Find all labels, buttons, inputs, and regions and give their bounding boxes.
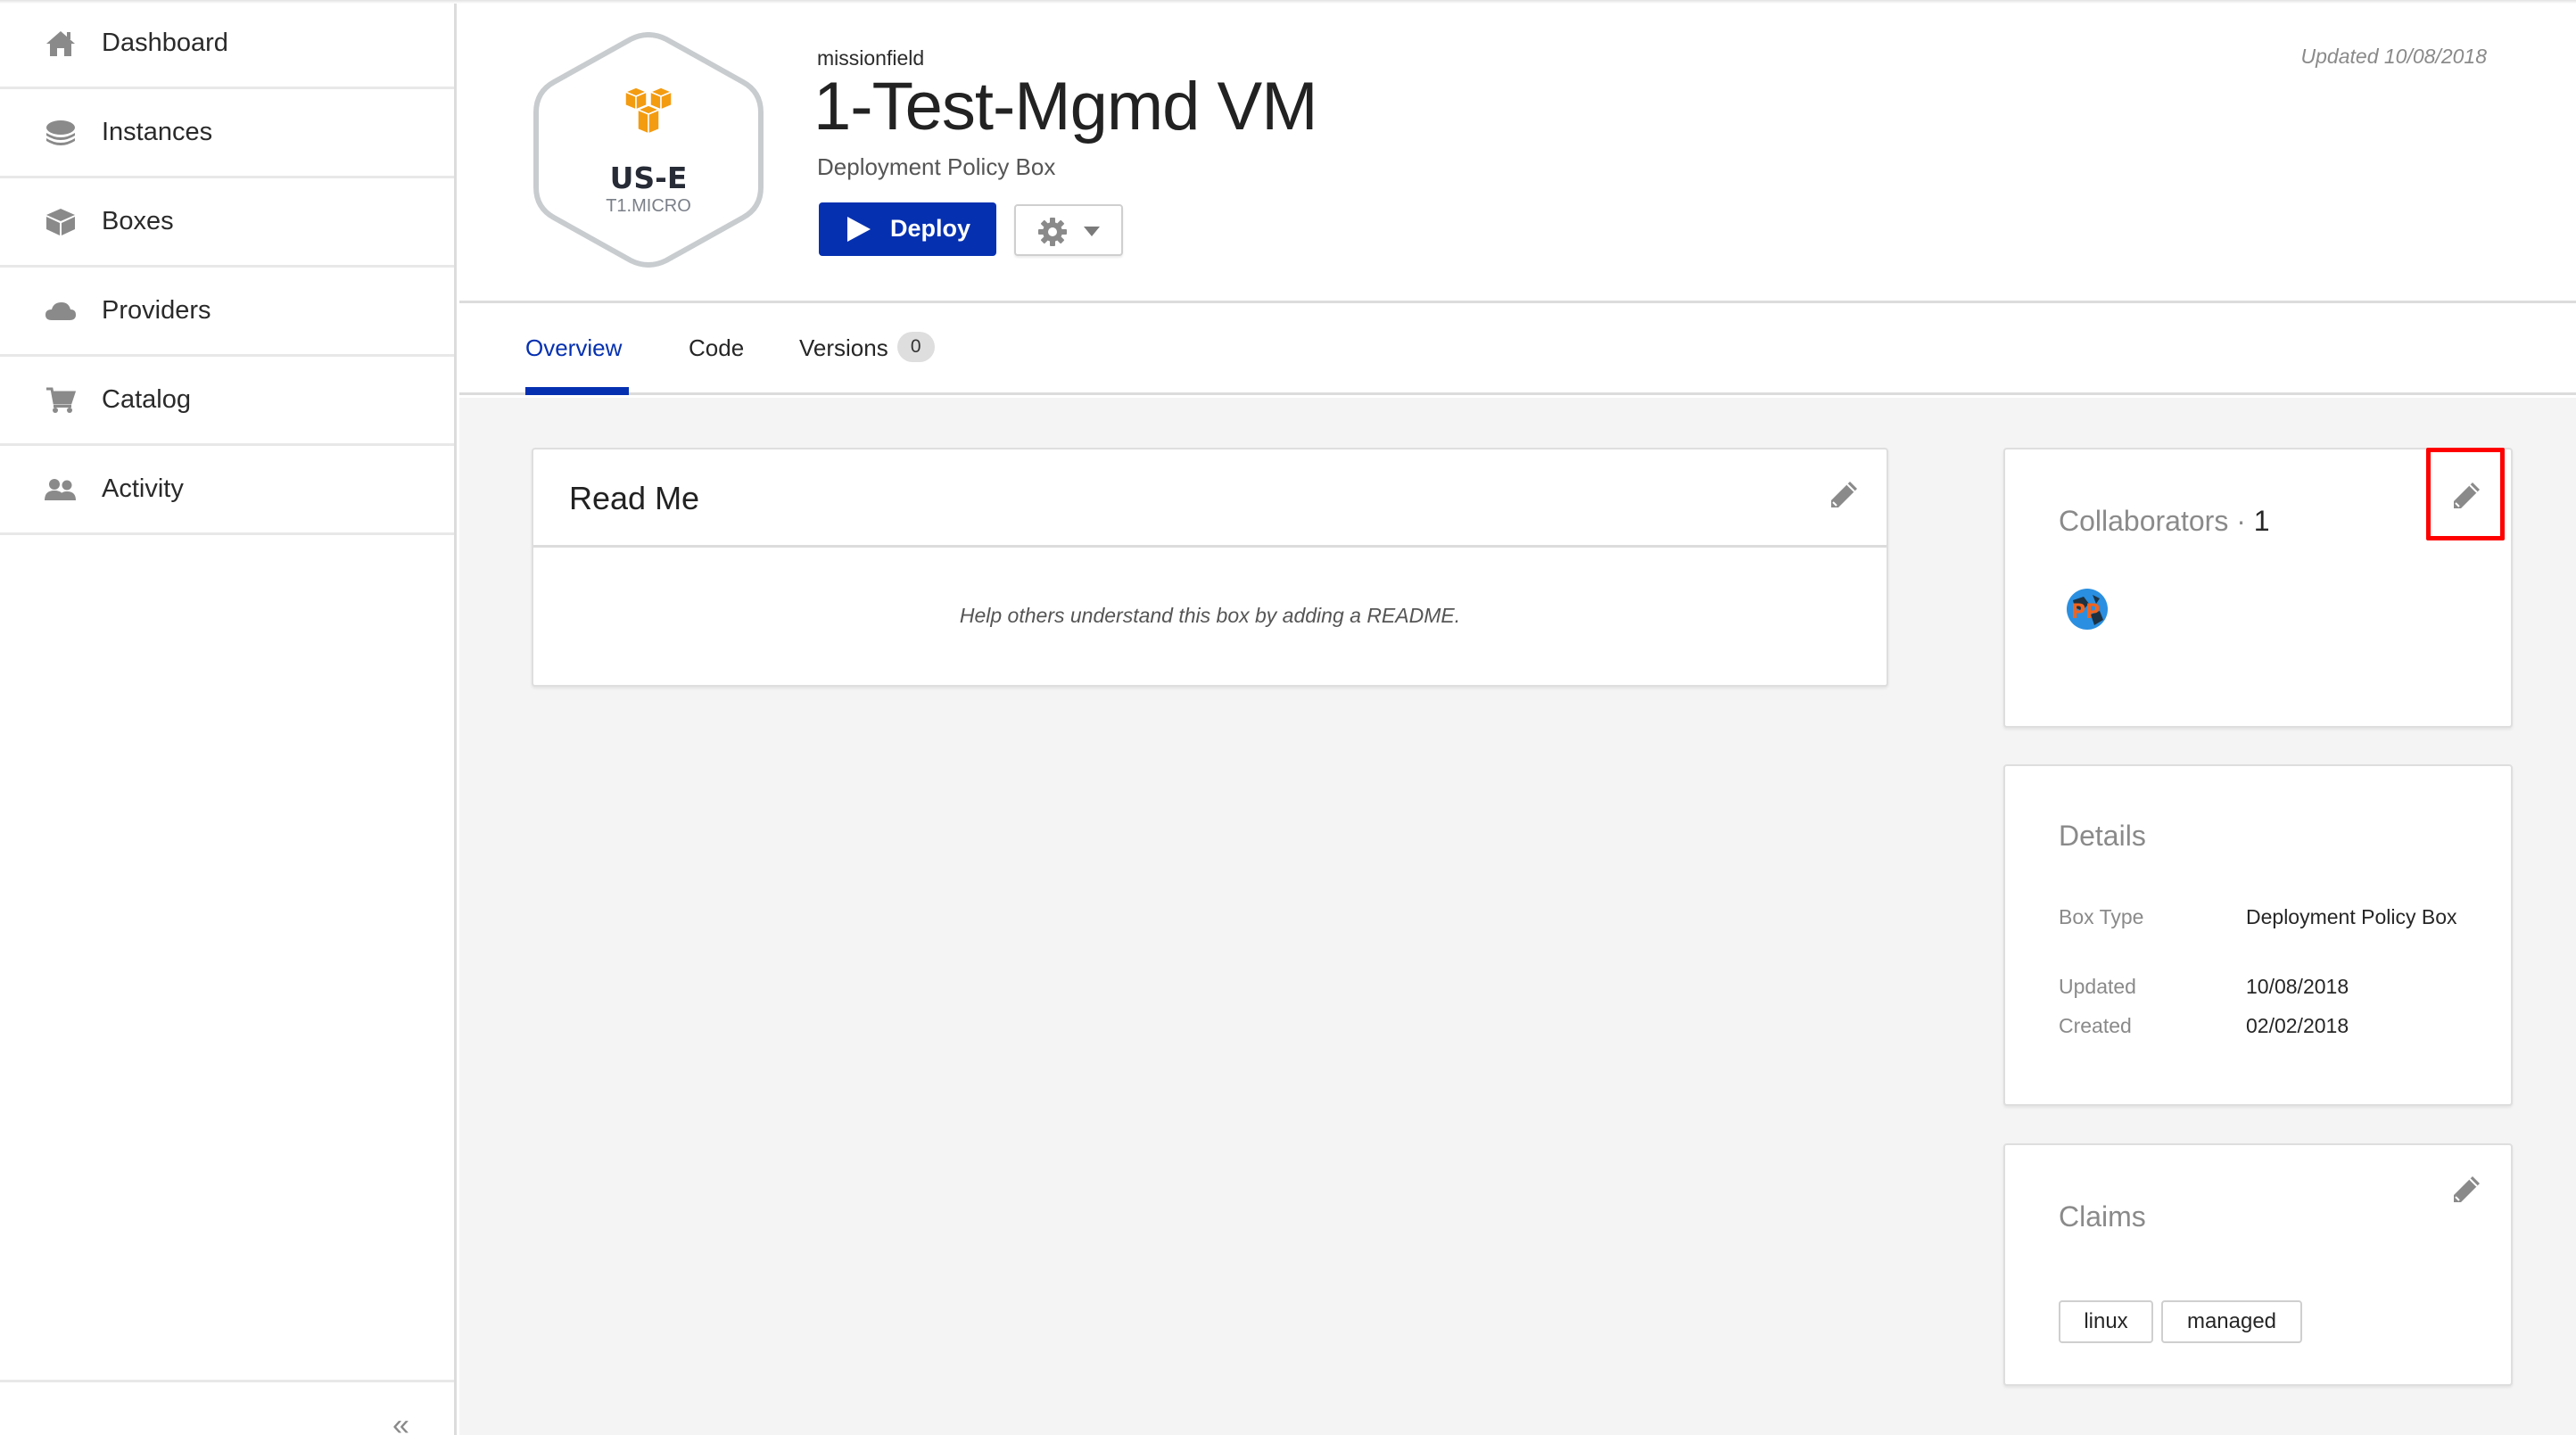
collaborator-avatar[interactable]: PP xyxy=(2066,588,2109,631)
owner-name[interactable]: missionfield xyxy=(817,46,924,70)
claims-card: Claims linux managed xyxy=(2003,1143,2513,1386)
deploy-label: Deploy xyxy=(890,215,971,242)
detail-key: Box Type xyxy=(2059,905,2144,928)
details-card: Details Box Type Deployment Policy Box U… xyxy=(2003,764,2513,1106)
sidebar-item-label: Providers xyxy=(102,296,211,325)
page-title: 1-Test-Mgmd VM xyxy=(813,69,1318,144)
sidebar-item-label: Catalog xyxy=(102,385,191,414)
layers-icon xyxy=(45,117,77,149)
users-icon xyxy=(45,474,77,506)
edit-readme-pencil-icon[interactable] xyxy=(1828,479,1860,511)
chevron-down-icon xyxy=(1084,227,1100,236)
updated-timestamp: Updated 10/08/2018 xyxy=(2300,45,2487,68)
tab-versions[interactable]: Versions 0 xyxy=(799,332,935,365)
tab-bar: Overview Code Versions 0 xyxy=(459,306,2576,395)
readme-card: Read Me Help others understand this box … xyxy=(532,448,1888,687)
sidebar-item-boxes[interactable]: Boxes xyxy=(0,178,454,268)
sidebar-divider xyxy=(0,1380,454,1382)
tab-versions-label: Versions xyxy=(799,334,888,361)
home-icon xyxy=(45,28,77,60)
collaborators-card: Collaborators · 1 PP xyxy=(2003,448,2513,728)
claims-title: Claims xyxy=(2059,1200,2146,1233)
readme-empty-message: Help others understand this box by addin… xyxy=(959,604,1461,627)
detail-row-box-type: Box Type Deployment Policy Box xyxy=(2059,902,2487,964)
title-separator: · xyxy=(2228,505,2254,537)
overview-content: Read Me Help others understand this box … xyxy=(459,398,2576,1435)
detail-key: Updated xyxy=(2059,975,2136,998)
box-badge xyxy=(531,32,766,268)
edit-collaborators-pencil-icon[interactable] xyxy=(2450,480,2482,512)
sidebar-item-dashboard[interactable]: Dashboard xyxy=(0,0,454,89)
active-tab-indicator xyxy=(525,387,629,395)
sidebar-item-catalog[interactable]: Catalog xyxy=(0,357,454,446)
edit-claims-pencil-icon[interactable] xyxy=(2450,1174,2482,1206)
aws-cubes-icon xyxy=(623,85,677,138)
sidebar-item-providers[interactable]: Providers xyxy=(0,268,454,357)
readme-header: Read Me xyxy=(533,449,1887,548)
readme-title: Read Me xyxy=(569,480,700,516)
claim-tag[interactable]: managed xyxy=(2161,1300,2302,1343)
detail-value: 02/02/2018 xyxy=(2246,1014,2349,1037)
detail-value: Deployment Policy Box xyxy=(2246,905,2457,928)
detail-value: 10/08/2018 xyxy=(2246,975,2349,998)
tab-overview[interactable]: Overview xyxy=(525,334,622,362)
box-type-subtitle: Deployment Policy Box xyxy=(817,153,1056,180)
sidebar-item-label: Dashboard xyxy=(102,29,228,57)
sidebar-item-label: Instances xyxy=(102,118,213,146)
top-shadow xyxy=(0,0,2576,4)
collaborators-title-label: Collaborators xyxy=(2059,505,2229,537)
versions-count-badge: 0 xyxy=(896,332,935,363)
deploy-button[interactable]: Deploy xyxy=(819,202,996,256)
cloud-icon xyxy=(45,295,77,327)
sidebar-item-instances[interactable]: Instances xyxy=(0,89,454,178)
gear-icon xyxy=(1037,217,1068,247)
settings-dropdown-button[interactable] xyxy=(1014,204,1123,256)
detail-key: Created xyxy=(2059,1014,2132,1037)
collaborators-count: 1 xyxy=(2253,505,2270,537)
badge-region: US-E xyxy=(609,161,688,195)
sidebar: Dashboard Instances Boxes Providers Cata… xyxy=(0,0,457,1435)
cube-icon xyxy=(45,206,77,238)
box-header: US-E T1.MICRO missionfield 1-Test-Mgmd V… xyxy=(459,0,2576,303)
sidebar-item-activity[interactable]: Activity xyxy=(0,446,454,535)
play-icon xyxy=(847,217,871,242)
collapse-sidebar-button[interactable]: « xyxy=(392,1410,409,1435)
sidebar-item-label: Boxes xyxy=(102,207,174,235)
details-title: Details xyxy=(2059,820,2146,852)
tab-code[interactable]: Code xyxy=(689,334,744,362)
avatar-initials: PP xyxy=(2071,601,2100,623)
claim-tag[interactable]: linux xyxy=(2059,1300,2153,1343)
sidebar-item-label: Activity xyxy=(102,474,184,503)
badge-size: T1.MICRO xyxy=(606,196,691,216)
collaborators-title: Collaborators · 1 xyxy=(2059,505,2270,538)
cart-icon xyxy=(45,384,77,416)
